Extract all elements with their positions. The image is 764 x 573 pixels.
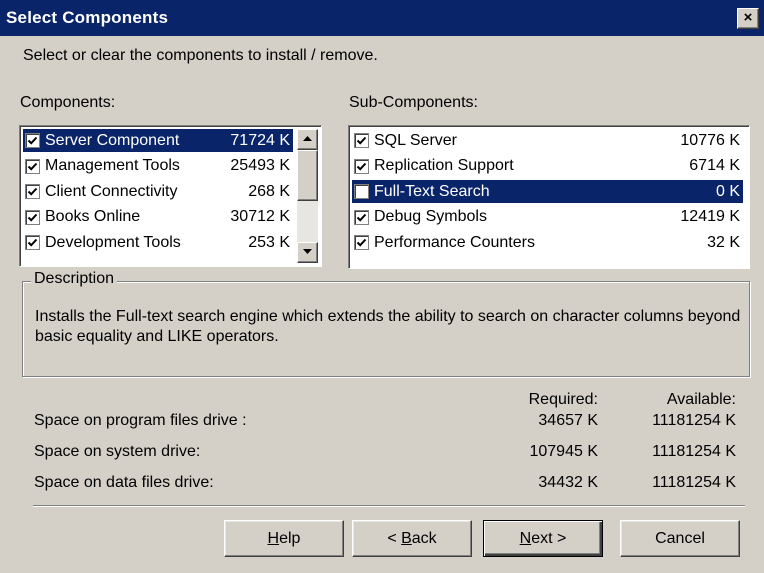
component-row[interactable]: Development Tools 253 K: [23, 231, 293, 254]
space-label: Space on data files drive:: [34, 474, 214, 491]
subcomponent-checkbox[interactable]: [354, 158, 369, 174]
component-checkbox[interactable]: [25, 209, 40, 225]
check-icon: [27, 238, 38, 247]
help-button[interactable]: Help: [224, 520, 344, 557]
component-name: Management Tools: [45, 157, 180, 174]
subcomponent-checkbox[interactable]: [354, 235, 369, 250]
component-name: Client Connectivity: [45, 182, 178, 200]
space-required: 34657 K: [538, 412, 598, 429]
component-row[interactable]: Management Tools 25493 K: [23, 155, 293, 178]
component-name: Development Tools: [45, 233, 181, 251]
space-label: Space on program files drive :: [34, 412, 247, 429]
instruction-text: Select or clear the components to instal…: [23, 47, 378, 64]
scroll-down-button[interactable]: [297, 242, 318, 263]
subcomponent-size: 10776 K: [680, 131, 740, 149]
available-header: Available:: [666, 391, 736, 408]
subcomponent-row[interactable]: Debug Symbols 12419 K: [352, 206, 743, 229]
space-required: 34432 K: [538, 474, 598, 491]
title-bar: Select Components ×: [0, 0, 764, 36]
subcomponent-name: Performance Counters: [374, 233, 535, 251]
subcomponent-size: 32 K: [707, 233, 740, 251]
back-button[interactable]: < Back: [352, 520, 472, 557]
subcomponent-row[interactable]: Full-Text Search 0 K: [352, 180, 743, 203]
subcomponent-name: Full-Text Search: [374, 182, 490, 200]
arrow-up-icon: [303, 136, 312, 141]
scroll-up-button[interactable]: [297, 129, 318, 150]
next-button[interactable]: Next >: [483, 520, 603, 557]
component-checkbox[interactable]: [25, 184, 40, 199]
subcomponent-row[interactable]: Performance Counters 32 K: [352, 231, 743, 254]
component-row[interactable]: Books Online 30712 K: [23, 206, 293, 229]
subcomponent-row[interactable]: Replication Support 6714 K: [352, 155, 743, 178]
component-row[interactable]: Server Component 71724 K: [23, 129, 293, 152]
check-icon: [27, 213, 38, 222]
components-label: Components:: [20, 94, 116, 111]
subcomponent-name: Replication Support: [374, 157, 514, 174]
close-icon: ×: [743, 9, 753, 26]
subcomponent-size: 6714 K: [689, 157, 740, 174]
subcomponent-checkbox[interactable]: [354, 133, 369, 148]
component-checkbox[interactable]: [25, 133, 40, 148]
component-size: 25493 K: [230, 157, 290, 174]
scroll-thumb[interactable]: [297, 150, 318, 201]
check-icon: [356, 238, 367, 247]
subcomponent-checkbox[interactable]: [354, 184, 369, 199]
check-icon: [27, 136, 38, 145]
components-list[interactable]: Server Component 71724 K Management Tools 2…: [19, 125, 322, 267]
component-size: 71724 K: [230, 131, 290, 149]
space-available: 11181254 K: [652, 443, 736, 460]
description-title: Description: [31, 270, 118, 288]
subcomponent-checkbox[interactable]: [354, 209, 369, 225]
check-icon: [27, 162, 38, 171]
subcomponents-label: Sub-Components:: [349, 94, 478, 111]
check-icon: [27, 187, 38, 196]
space-label: Space on system drive:: [34, 443, 201, 460]
subcomponent-size: 12419 K: [680, 208, 740, 225]
separator: [33, 505, 745, 507]
window-title: Select Components: [6, 8, 169, 27]
subcomponent-size: 0 K: [715, 182, 740, 200]
component-size: 253 K: [248, 233, 290, 251]
subcomponent-name: SQL Server: [374, 131, 457, 149]
space-available: 11181254 K: [652, 412, 736, 429]
description-text: Installs the Full-text search engine whi…: [35, 308, 741, 345]
required-header: Required:: [528, 391, 598, 408]
component-size: 268 K: [248, 182, 290, 200]
component-checkbox[interactable]: [25, 235, 40, 250]
component-size: 30712 K: [230, 208, 290, 225]
arrow-down-icon: [303, 249, 312, 254]
close-button[interactable]: ×: [737, 8, 759, 29]
component-name: Books Online: [45, 208, 141, 225]
space-required: 107945 K: [529, 443, 598, 460]
check-icon: [356, 213, 367, 222]
subcomponents-list[interactable]: SQL Server 10776 K Replication Support 6714…: [348, 125, 750, 269]
component-row[interactable]: Client Connectivity 268 K: [23, 180, 293, 203]
cancel-button[interactable]: Cancel: [620, 520, 740, 557]
subcomponent-name: Debug Symbols: [374, 208, 487, 225]
component-name: Server Component: [45, 131, 180, 149]
components-scrollbar[interactable]: [297, 129, 318, 263]
space-available: 11181254 K: [652, 474, 736, 491]
check-icon: [356, 162, 367, 171]
subcomponent-row[interactable]: SQL Server 10776 K: [352, 129, 743, 152]
component-checkbox[interactable]: [25, 158, 40, 174]
check-icon: [356, 136, 367, 145]
